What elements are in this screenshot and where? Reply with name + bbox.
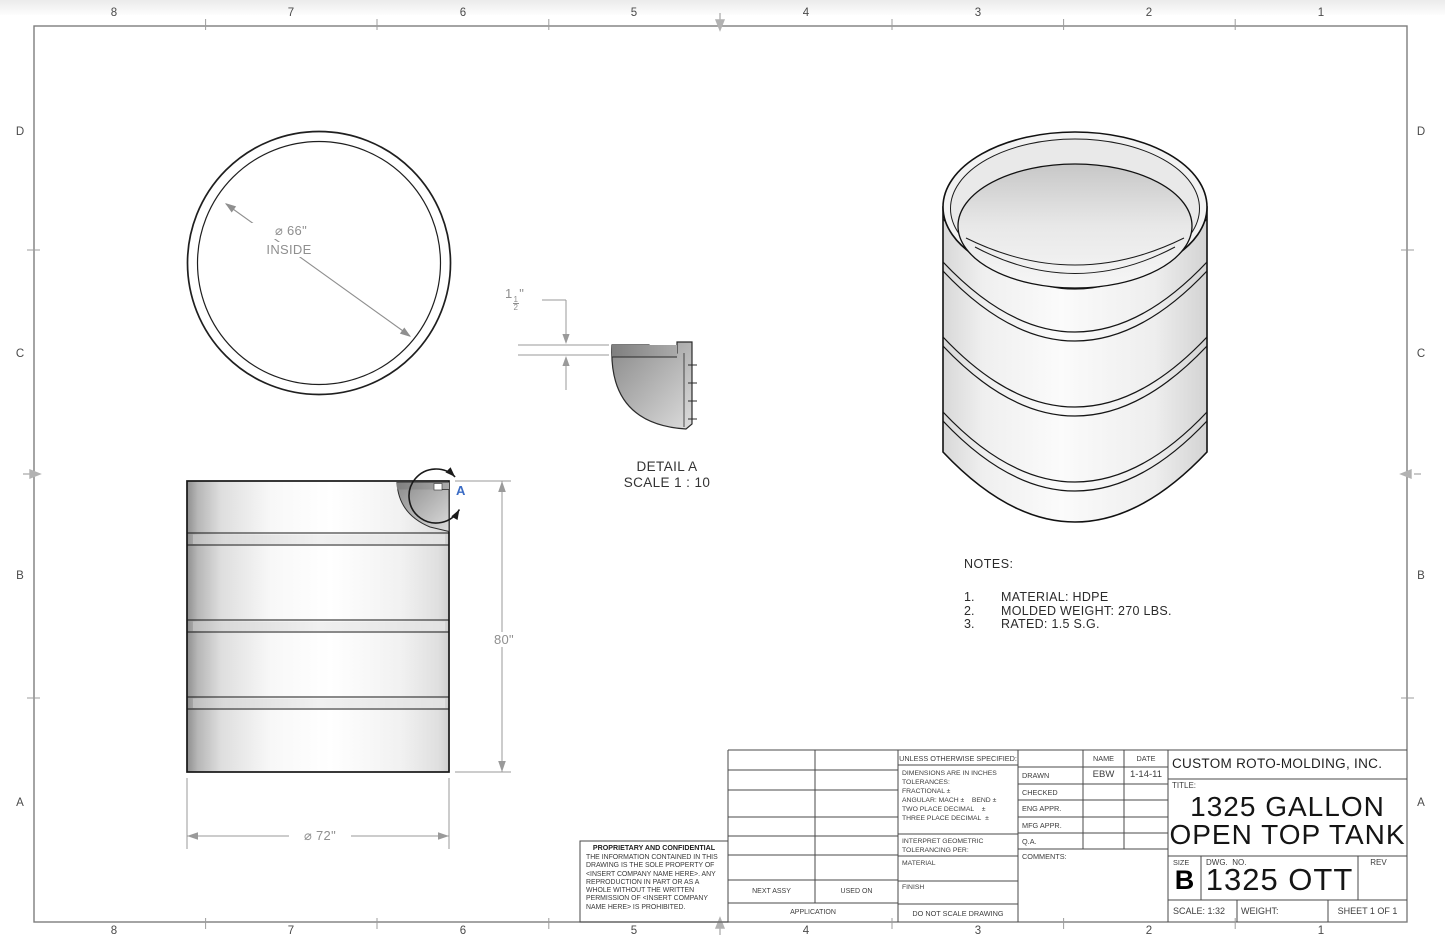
zone-col-label: 3 (967, 7, 989, 19)
zone-row-label: B (9, 570, 31, 582)
zone-col-label: 6 (452, 7, 474, 19)
top-view-diameter-label: ⌀ 66" (250, 223, 332, 239)
do-not-scale-label: DO NOT SCALE DRAWING (898, 909, 1018, 918)
approval-date: 1-14-11 (1124, 769, 1168, 780)
note-text: MOLDED WEIGHT: 270 LBS. (1001, 604, 1172, 618)
zone-row-label: D (1410, 126, 1432, 138)
rev-label: REV (1358, 858, 1399, 867)
note-text: RATED: 1.5 S.G. (1001, 617, 1100, 631)
detail-a-title: DETAIL A (606, 459, 728, 474)
proprietary-body: THE INFORMATION CONTAINED IN THIS DRAWIN… (586, 854, 723, 912)
application-label: APPLICATION (728, 909, 898, 916)
scale-value: SCALE: 1:32 (1173, 906, 1225, 916)
detail-callout-letter: A (456, 483, 465, 498)
zone-row-label: C (1410, 348, 1432, 360)
finish-label: FINISH (902, 883, 924, 892)
detail-thickness-label: 112" (505, 286, 524, 311)
zone-col-label: 5 (623, 925, 645, 937)
front-diameter-label: ⌀ 72" (289, 828, 351, 844)
spec-line: ANGULAR: MACH ± BEND ± (902, 796, 996, 805)
zone-col-label: 1 (1310, 925, 1332, 937)
company-name: CUSTOM ROTO-MOLDING, INC. (1172, 756, 1382, 771)
approval-row-label: MFG APPR. (1022, 821, 1062, 830)
dwg-no-value: 1325 OTT (1201, 862, 1358, 898)
spec-line: TOLERANCES: (902, 778, 950, 787)
approval-row-label: Q.A. (1022, 837, 1037, 846)
zone-row-label: A (9, 797, 31, 809)
zone-col-label: 1 (1310, 7, 1332, 19)
note-number: 2. (964, 604, 974, 618)
zone-col-label: 4 (795, 925, 817, 937)
zone-col-label: 7 (280, 925, 302, 937)
top-view (188, 132, 451, 395)
drawing-title-line2: OPEN TOP TANK (1168, 819, 1407, 851)
zone-col-label: 6 (452, 925, 474, 937)
note-number: 3. (964, 617, 974, 631)
sheet-label: SHEET 1 OF 1 (1328, 906, 1407, 916)
detail-a-scale: SCALE 1 : 10 (606, 475, 728, 490)
front-view (187, 467, 511, 849)
proprietary-heading: PROPRIETARY AND CONFIDENTIAL (582, 844, 726, 852)
spec-line: TOLERANCING PER: (902, 846, 969, 855)
used-on-label: USED ON (815, 888, 898, 895)
name-header: NAME (1083, 754, 1124, 763)
title-label: TITLE: (1172, 781, 1196, 790)
next-assy-label: NEXT ASSY (728, 888, 815, 895)
spec-line: INTERPRET GEOMETRIC (902, 837, 983, 846)
engineering-drawing-sheet: { "border": { "top_labels": ["8","7","6"… (0, 0, 1445, 948)
zone-col-label: 4 (795, 7, 817, 19)
approval-row-label: CHECKED (1022, 788, 1058, 797)
zone-row-label: B (1410, 570, 1432, 582)
zone-col-label: 5 (623, 7, 645, 19)
comments-label: COMMENTS: (1022, 852, 1067, 861)
zone-col-label: 2 (1138, 7, 1160, 19)
weight-label: WEIGHT: (1241, 906, 1279, 916)
thickness-dimension (518, 300, 609, 390)
zone-col-label: 8 (103, 7, 125, 19)
spec-line: FRACTIONAL ± (902, 787, 950, 796)
approval-name: EBW (1083, 769, 1124, 780)
size-value: B (1168, 865, 1201, 896)
top-view-inside-label: INSIDE (248, 242, 330, 257)
zone-col-label: 3 (967, 925, 989, 937)
zone-row-label: C (9, 348, 31, 360)
zone-row-label: D (9, 126, 31, 138)
detail-a-view (518, 300, 697, 429)
front-height-label: 80" (486, 632, 522, 647)
isometric-view (943, 132, 1207, 522)
zone-col-label: 8 (103, 925, 125, 937)
notes-heading: NOTES: (964, 557, 1014, 571)
unless-otherwise-label: UNLESS OTHERWISE SPECIFIED: (898, 754, 1018, 763)
material-label: MATERIAL (902, 859, 936, 868)
height-80-dimension (455, 481, 511, 772)
spec-line: DIMENSIONS ARE IN INCHES (902, 769, 997, 778)
zone-col-label: 2 (1138, 925, 1160, 937)
zone-col-label: 7 (280, 7, 302, 19)
spec-line: THREE PLACE DECIMAL ± (902, 814, 989, 823)
spec-line: TWO PLACE DECIMAL ± (902, 805, 985, 814)
note-text: MATERIAL: HDPE (1001, 590, 1108, 604)
approval-row-label: DRAWN (1022, 771, 1049, 780)
approval-row-label: ENG APPR. (1022, 804, 1061, 813)
date-header: DATE (1124, 754, 1168, 763)
zone-row-label: A (1410, 797, 1432, 809)
note-number: 1. (964, 590, 974, 604)
